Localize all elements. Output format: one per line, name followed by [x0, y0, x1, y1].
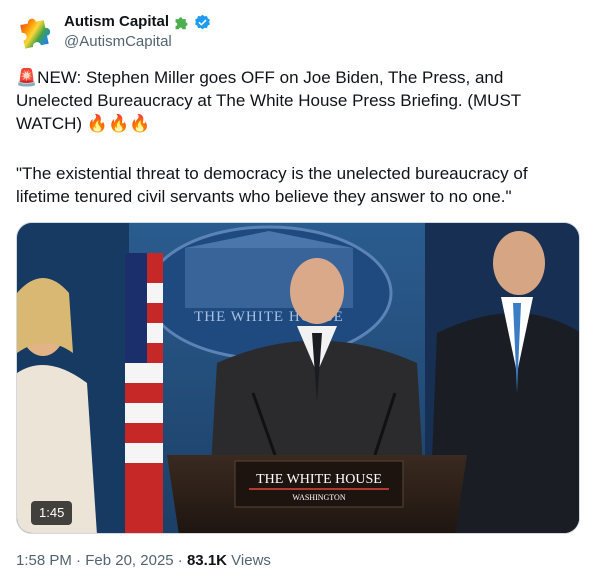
post-time[interactable]: 1:58 PM	[16, 552, 72, 569]
tweet-quote: "The existential threat to democracy is …	[16, 162, 576, 208]
video-player[interactable]: THE WHITE HOUSE THE WHITE HOUSE WASHINGT…	[16, 222, 580, 534]
tweet-line-3: WATCH) 🔥🔥🔥	[16, 114, 151, 133]
tweet-header: Autism Capital @AutismCapital	[16, 12, 211, 52]
separator: ·	[76, 552, 82, 569]
quote-line-2: lifetime tenured civil servants who beli…	[16, 187, 512, 206]
rainbow-puzzle-piece-icon	[20, 18, 51, 49]
man-right	[493, 231, 545, 295]
post-date[interactable]: Feb 20, 2025	[85, 552, 173, 569]
podium-subtitle: WASHINGTON	[292, 493, 345, 502]
video-duration-badge: 1:45	[31, 501, 73, 525]
avatar[interactable]	[16, 12, 56, 52]
puzzle-piece-icon	[175, 16, 188, 29]
video-thumbnail: THE WHITE HOUSE THE WHITE HOUSE WASHINGT…	[17, 223, 579, 533]
author-names: Autism Capital @AutismCapital	[64, 12, 211, 52]
podium-title: THE WHITE HOUSE	[256, 472, 382, 487]
quote-line-1: "The existential threat to democracy is …	[16, 164, 528, 183]
tweet-text: 🚨NEW: Stephen Miller goes OFF on Joe Bid…	[16, 66, 576, 135]
tweet-line-1: 🚨NEW: Stephen Miller goes OFF on Joe Bid…	[16, 68, 504, 87]
views-count: 83.1K	[186, 552, 227, 569]
verified-badge-icon[interactable]	[194, 14, 211, 31]
speaker	[290, 258, 344, 324]
display-name[interactable]: Autism Capital	[64, 12, 169, 32]
views-label: Views	[231, 552, 271, 569]
tweet-line-2: Unelected Bureaucracy at The White House…	[16, 91, 522, 110]
tweet-footer: 1:58 PM · Feb 20, 2025 · 83.1K Views	[16, 551, 271, 571]
separator: ·	[177, 552, 183, 569]
tweet-card: Autism Capital @AutismCapital 🚨NEW: Step…	[0, 0, 611, 588]
handle[interactable]: @AutismCapital	[64, 32, 211, 52]
